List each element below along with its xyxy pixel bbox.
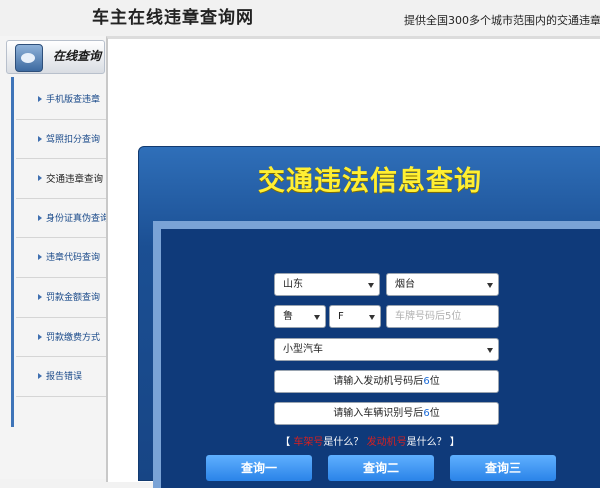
vin-input[interactable]: 请输入车辆识别号后6位 (274, 402, 499, 425)
engine-number-input[interactable]: 请输入发动机号码后6位 (274, 370, 499, 393)
site-title[interactable]: 车主在线违章查询网 (92, 3, 254, 28)
site-header: 车主在线违章查询网 提供全国300多个城市范围内的交通违章 (0, 0, 600, 37)
sidebar-title: 在线查询 (53, 49, 102, 63)
sidebar-item-label: 驾照扣分查询 (46, 134, 101, 145)
sidebar-item-violation-code[interactable]: 违章代码查询 (16, 238, 106, 278)
vehicle-type-select[interactable]: 小型汽车 (274, 338, 499, 361)
plate-number-input[interactable]: 车牌号码后5位 (386, 305, 499, 328)
sidebar-item-traffic-violation[interactable]: 交通违章查询 (16, 159, 106, 199)
plate-letter-value: F (338, 311, 344, 322)
arrow-right-icon (38, 135, 42, 142)
sidebar-item-payment-method[interactable]: 罚款缴费方式 (16, 318, 106, 358)
arrow-right-icon (38, 373, 42, 380)
sidebar-item-label: 手机版查违章 (46, 95, 101, 105)
city-select[interactable]: 烟台 (386, 273, 499, 296)
sidebar-item-license-points[interactable]: 驾照扣分查询 (16, 120, 106, 160)
sidebar-item-mobile-violation[interactable]: 手机版查违章 (16, 80, 106, 120)
caret-down-icon (314, 315, 320, 320)
query-button-1[interactable]: 查询一 (206, 455, 312, 481)
engine-number-placeholder: 请输入发动机号码后6位 (333, 376, 440, 387)
plate-prefix-select[interactable]: 鲁 (274, 305, 326, 328)
sidebar-item-label: 罚款金额查询 (46, 292, 101, 303)
sidebar-item-label: 违章代码查询 (46, 253, 101, 264)
sidebar-item-label: 交通违章查询 (46, 174, 104, 186)
province-select[interactable]: 山东 (274, 273, 380, 296)
vin-placeholder: 请输入车辆识别号后6位 (333, 408, 440, 419)
vin-help-link[interactable]: 车架号 (293, 437, 323, 448)
caret-down-icon (487, 283, 493, 288)
engine-help-link[interactable]: 发动机号 (367, 437, 407, 448)
sidebar-accent-line (11, 77, 14, 427)
arrow-right-icon (38, 96, 42, 102)
panel-title: 交通违法信息查询 (258, 166, 482, 197)
city-value: 烟台 (395, 279, 415, 290)
sidebar-header: 在线查询 (6, 40, 105, 74)
arrow-right-icon (38, 214, 42, 221)
help-links: 【 车架号是什么？ 发动机号是什么？ 】 (280, 437, 460, 448)
caret-down-icon (368, 283, 374, 288)
query-panel: 交通违法信息查询 山东 烟台 鲁 F 车牌号码后5位 小型汽车 请输入发动机号码… (138, 146, 600, 488)
sidebar-item-fine-amount[interactable]: 罚款金额查询 (16, 278, 106, 318)
arrow-right-icon (38, 175, 42, 182)
sidebar-item-label: 报告错误 (46, 372, 83, 383)
sidebar-item-label: 身份证真伪查询 (46, 213, 106, 224)
plate-number-placeholder: 车牌号码后5位 (395, 311, 462, 322)
caret-down-icon (487, 348, 493, 353)
caret-down-icon (369, 315, 375, 320)
site-tagline: 提供全国300多个城市范围内的交通违章 (404, 14, 600, 27)
plate-letter-select[interactable]: F (329, 305, 381, 328)
plate-prefix-value: 鲁 (283, 311, 293, 322)
sidebar-item-label: 罚款缴费方式 (46, 332, 101, 343)
vehicle-type-value: 小型汽车 (283, 344, 323, 355)
arrow-right-icon (38, 293, 42, 300)
arrow-right-icon (38, 333, 42, 340)
query-button-2[interactable]: 查询二 (328, 455, 434, 481)
sidebar-menu: 手机版查违章 驾照扣分查询 交通违章查询 身份证真伪查询 违章代码查询 罚款金额… (16, 80, 106, 397)
sidebar: 在线查询 手机版查违章 驾照扣分查询 交通违章查询 身份证真伪查询 违章代码查询… (0, 36, 107, 479)
province-value: 山东 (283, 279, 303, 290)
sidebar-item-report-error[interactable]: 报告错误 (16, 357, 106, 397)
query-button-3[interactable]: 查询三 (450, 455, 556, 481)
search-monitor-icon (15, 44, 43, 72)
sidebar-item-id-check[interactable]: 身份证真伪查询 (16, 199, 106, 239)
arrow-right-icon (38, 254, 42, 261)
